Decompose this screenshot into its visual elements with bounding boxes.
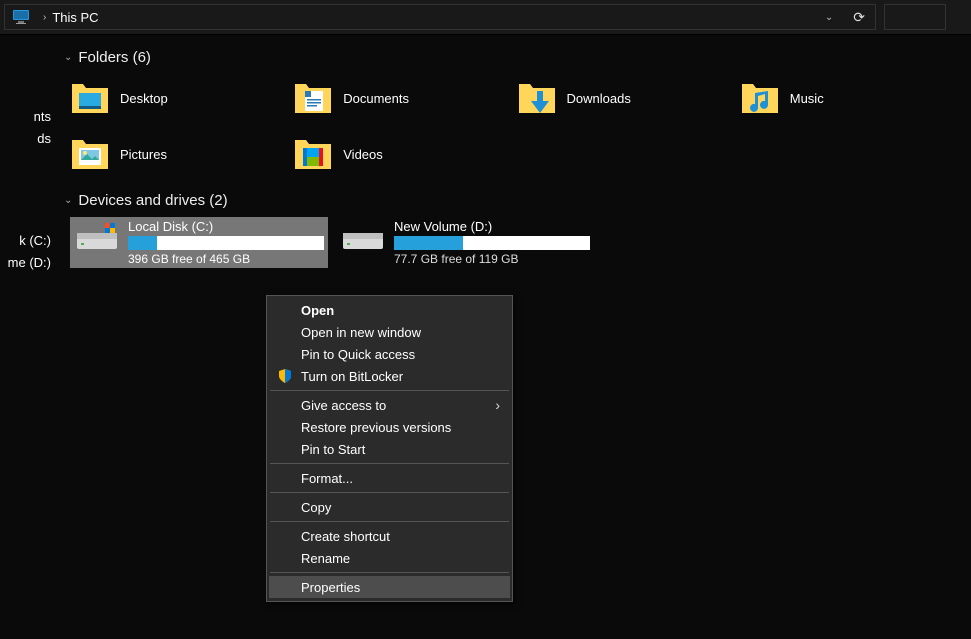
location-text: This PC [52, 10, 98, 25]
menu-properties[interactable]: Properties [269, 576, 510, 598]
address-bar: › This PC ⌄ ⟳ [0, 0, 971, 35]
menu-separator [270, 521, 509, 522]
drive-free-text: 396 GB free of 465 GB [128, 252, 324, 266]
pictures-icon [70, 134, 110, 174]
drive-icon [340, 219, 386, 255]
menu-restore-versions[interactable]: Restore previous versions [269, 416, 510, 438]
drives-section-header[interactable]: ⌄ Devices and drives (2) [64, 192, 963, 209]
chevron-right-icon: › [43, 12, 46, 23]
drive-name: Local Disk (C:) [128, 219, 324, 234]
music-icon [740, 78, 780, 118]
menu-separator [270, 492, 509, 493]
menu-pin-start[interactable]: Pin to Start [269, 438, 510, 460]
chevron-down-icon: ⌄ [64, 52, 72, 63]
drive-name: New Volume (D:) [394, 219, 590, 234]
context-menu: Open Open in new window Pin to Quick acc… [266, 295, 513, 602]
this-pc-icon [11, 7, 31, 27]
menu-copy[interactable]: Copy [269, 496, 510, 518]
menu-separator [270, 572, 509, 573]
chevron-down-icon: ⌄ [64, 195, 72, 206]
sidebar-item[interactable]: ds [0, 127, 55, 149]
refresh-icon[interactable]: ⟳ [843, 9, 875, 26]
documents-icon [293, 78, 333, 118]
menu-bitlocker[interactable]: Turn on BitLocker [269, 365, 510, 387]
submenu-arrow-icon: › [495, 397, 500, 413]
sidebar-item[interactable]: k (C:) [0, 229, 55, 251]
videos-icon [293, 134, 333, 174]
drive-usage-bar [394, 236, 590, 250]
folder-pictures[interactable]: Pictures [70, 130, 293, 178]
folders-grid: Desktop Documents Downloads [64, 74, 963, 178]
drive-c[interactable]: Local Disk (C:) 396 GB free of 465 GB [70, 217, 328, 268]
sidebar-item[interactable]: nts [0, 105, 55, 127]
content-pane: ⌄ Folders (6) Desktop Documents [56, 35, 971, 639]
downloads-icon [517, 78, 557, 118]
menu-open-new-window[interactable]: Open in new window [269, 321, 510, 343]
drive-usage-bar [128, 236, 324, 250]
folder-label: Videos [343, 147, 383, 162]
menu-open[interactable]: Open [269, 299, 510, 321]
drive-icon [74, 219, 120, 255]
folder-downloads[interactable]: Downloads [517, 74, 740, 122]
folder-documents[interactable]: Documents [293, 74, 516, 122]
navigation-pane: nts ds k (C:) me (D:) [0, 35, 56, 639]
folder-desktop[interactable]: Desktop [70, 74, 293, 122]
folders-section-header[interactable]: ⌄ Folders (6) [64, 49, 963, 66]
folder-label: Downloads [567, 91, 631, 106]
menu-create-shortcut[interactable]: Create shortcut [269, 525, 510, 547]
drive-free-text: 77.7 GB free of 119 GB [394, 252, 590, 266]
menu-give-access[interactable]: Give access to› [269, 394, 510, 416]
section-title: Devices and drives (2) [78, 192, 227, 209]
folder-label: Documents [343, 91, 409, 106]
menu-pin-quick-access[interactable]: Pin to Quick access [269, 343, 510, 365]
desktop-icon [70, 78, 110, 118]
menu-rename[interactable]: Rename [269, 547, 510, 569]
folder-label: Pictures [120, 147, 167, 162]
drive-d[interactable]: New Volume (D:) 77.7 GB free of 119 GB [336, 217, 594, 268]
folder-label: Desktop [120, 91, 168, 106]
search-input[interactable] [884, 4, 946, 30]
breadcrumb[interactable]: › This PC ⌄ ⟳ [4, 4, 876, 30]
menu-separator [270, 390, 509, 391]
sidebar-item[interactable]: me (D:) [0, 251, 55, 273]
folder-music[interactable]: Music [740, 74, 963, 122]
section-title: Folders (6) [78, 49, 151, 66]
menu-format[interactable]: Format... [269, 467, 510, 489]
drives-row: Local Disk (C:) 396 GB free of 465 GB Ne… [64, 217, 963, 268]
folder-label: Music [790, 91, 824, 106]
chevron-down-icon[interactable]: ⌄ [815, 12, 843, 23]
menu-separator [270, 463, 509, 464]
shield-icon [277, 368, 293, 384]
folder-videos[interactable]: Videos [293, 130, 516, 178]
